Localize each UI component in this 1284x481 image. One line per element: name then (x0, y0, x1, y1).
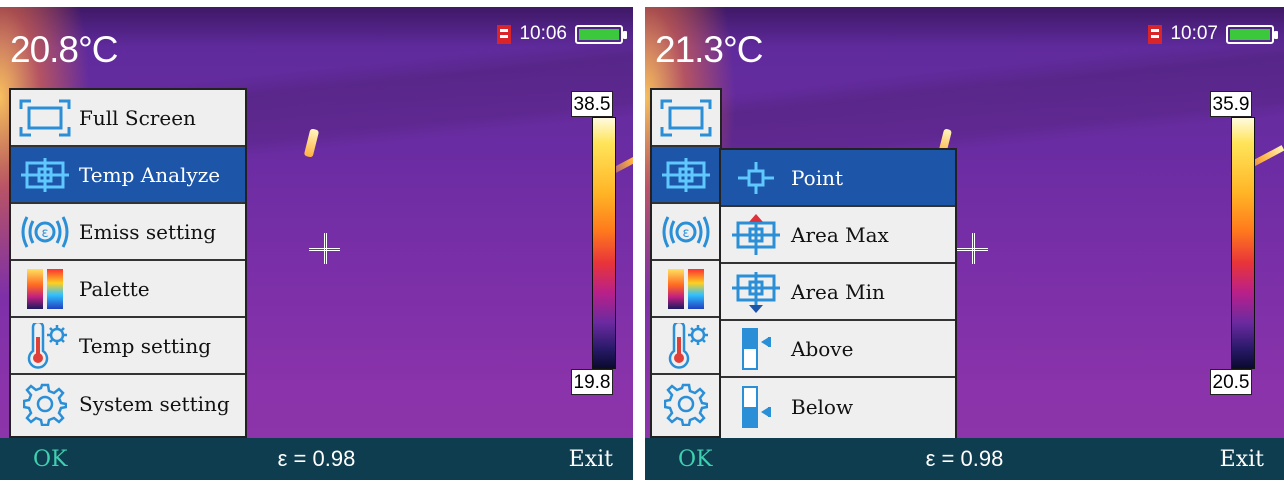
menu-item-system-setting[interactable]: System setting (11, 375, 245, 432)
color-scale-bar (1231, 117, 1255, 369)
point-icon (721, 150, 791, 205)
menu-item-label: Temp setting (79, 333, 212, 358)
menu-item-temp-analyze[interactable] (652, 147, 720, 204)
menu-item-label: Full Screen (79, 105, 196, 130)
status-bar: 10:07 (1148, 23, 1278, 45)
bottom-bar: OK ε = 0.98 Exit (645, 438, 1284, 480)
full-screen-icon (11, 90, 79, 145)
thermal-screen-left: 20.8°C 10:06 38.5 19.8 Full Screen Temp … (0, 7, 633, 480)
submenu-item-below[interactable]: Below (721, 378, 955, 435)
thermal-screen-right: 21.3°C 10:07 35.9 20.5 ε Point Area Max … (645, 7, 1284, 480)
menu-item-full-screen[interactable]: Full Screen (11, 90, 245, 147)
menu-item-system-setting[interactable] (652, 375, 720, 432)
menu-item-temp-analyze[interactable]: Temp Analyze (11, 147, 245, 204)
submenu-item-label: Area Min (791, 279, 885, 304)
center-temperature: 20.8°C (10, 29, 119, 70)
center-crosshair (957, 233, 988, 264)
center-temperature: 21.3°C (655, 29, 764, 70)
menu-item-label: Palette (79, 276, 150, 301)
colorbar-min-label: 19.8 (571, 369, 613, 395)
color-scale-bar (592, 117, 616, 369)
area-min-icon (721, 264, 791, 319)
clock: 10:06 (519, 23, 567, 44)
below-icon (721, 378, 791, 435)
submenu-item-point[interactable]: Point (721, 150, 955, 207)
colorbar-max-label: 35.9 (1210, 91, 1252, 117)
hotspot (303, 128, 320, 158)
exit-button[interactable]: Exit (1220, 447, 1264, 472)
submenu-item-label: Below (791, 394, 854, 419)
submenu-item-above[interactable]: Above (721, 321, 955, 378)
menu-item-temp-setting[interactable] (652, 318, 720, 375)
palette-icon (652, 261, 720, 316)
main-menu: Full Screen Temp Analyze ε Emiss setting… (9, 88, 247, 438)
status-bar: 10:06 (497, 23, 627, 45)
colorbar-min-label: 20.5 (1210, 369, 1252, 395)
battery-icon (575, 24, 627, 44)
emissivity-value: ε = 0.98 (277, 446, 356, 471)
above-icon (721, 321, 791, 376)
submenu-item-area-min[interactable]: Area Min (721, 264, 955, 321)
emissivity-icon: ε (11, 204, 79, 259)
clock: 10:07 (1170, 23, 1218, 44)
menu-item-label: Temp Analyze (79, 162, 221, 187)
menu-item-label: Emiss setting (79, 219, 217, 244)
gear-icon (652, 375, 720, 432)
main-menu-collapsed: ε (650, 88, 722, 438)
thermometer-gear-icon (652, 318, 720, 373)
menu-item-label: System setting (79, 391, 230, 416)
sd-card-icon (1148, 24, 1163, 44)
menu-item-temp-setting[interactable]: Temp setting (11, 318, 245, 375)
menu-item-palette[interactable] (652, 261, 720, 318)
sd-card-icon (497, 24, 512, 44)
svg-text:ε: ε (682, 226, 689, 241)
submenu-item-label: Above (791, 336, 854, 361)
battery-icon (1226, 24, 1278, 44)
exit-button[interactable]: Exit (569, 447, 613, 472)
submenu-item-area-max[interactable]: Area Max (721, 207, 955, 264)
temp-analyze-icon (652, 147, 720, 202)
bottom-bar: OK ε = 0.98 Exit (0, 438, 633, 480)
area-max-icon (721, 207, 791, 262)
submenu-item-label: Area Max (791, 222, 889, 247)
menu-item-palette[interactable]: Palette (11, 261, 245, 318)
gear-icon (11, 375, 79, 432)
emissivity-icon: ε (652, 204, 720, 259)
menu-item-emiss-setting[interactable]: ε Emiss setting (11, 204, 245, 261)
svg-text:ε: ε (41, 226, 48, 241)
full-screen-icon (652, 90, 720, 145)
thermometer-gear-icon (11, 318, 79, 373)
palette-icon (11, 261, 79, 316)
temp-analyze-submenu: Point Area Max Area Min Above Below (719, 148, 957, 440)
temp-analyze-icon (11, 147, 79, 202)
colorbar-max-label: 38.5 (571, 91, 613, 117)
menu-item-emiss-setting[interactable]: ε (652, 204, 720, 261)
center-crosshair (309, 233, 340, 264)
submenu-item-label: Point (791, 165, 844, 190)
emissivity-value: ε = 0.98 (925, 446, 1004, 471)
menu-item-full-screen[interactable] (652, 90, 720, 147)
